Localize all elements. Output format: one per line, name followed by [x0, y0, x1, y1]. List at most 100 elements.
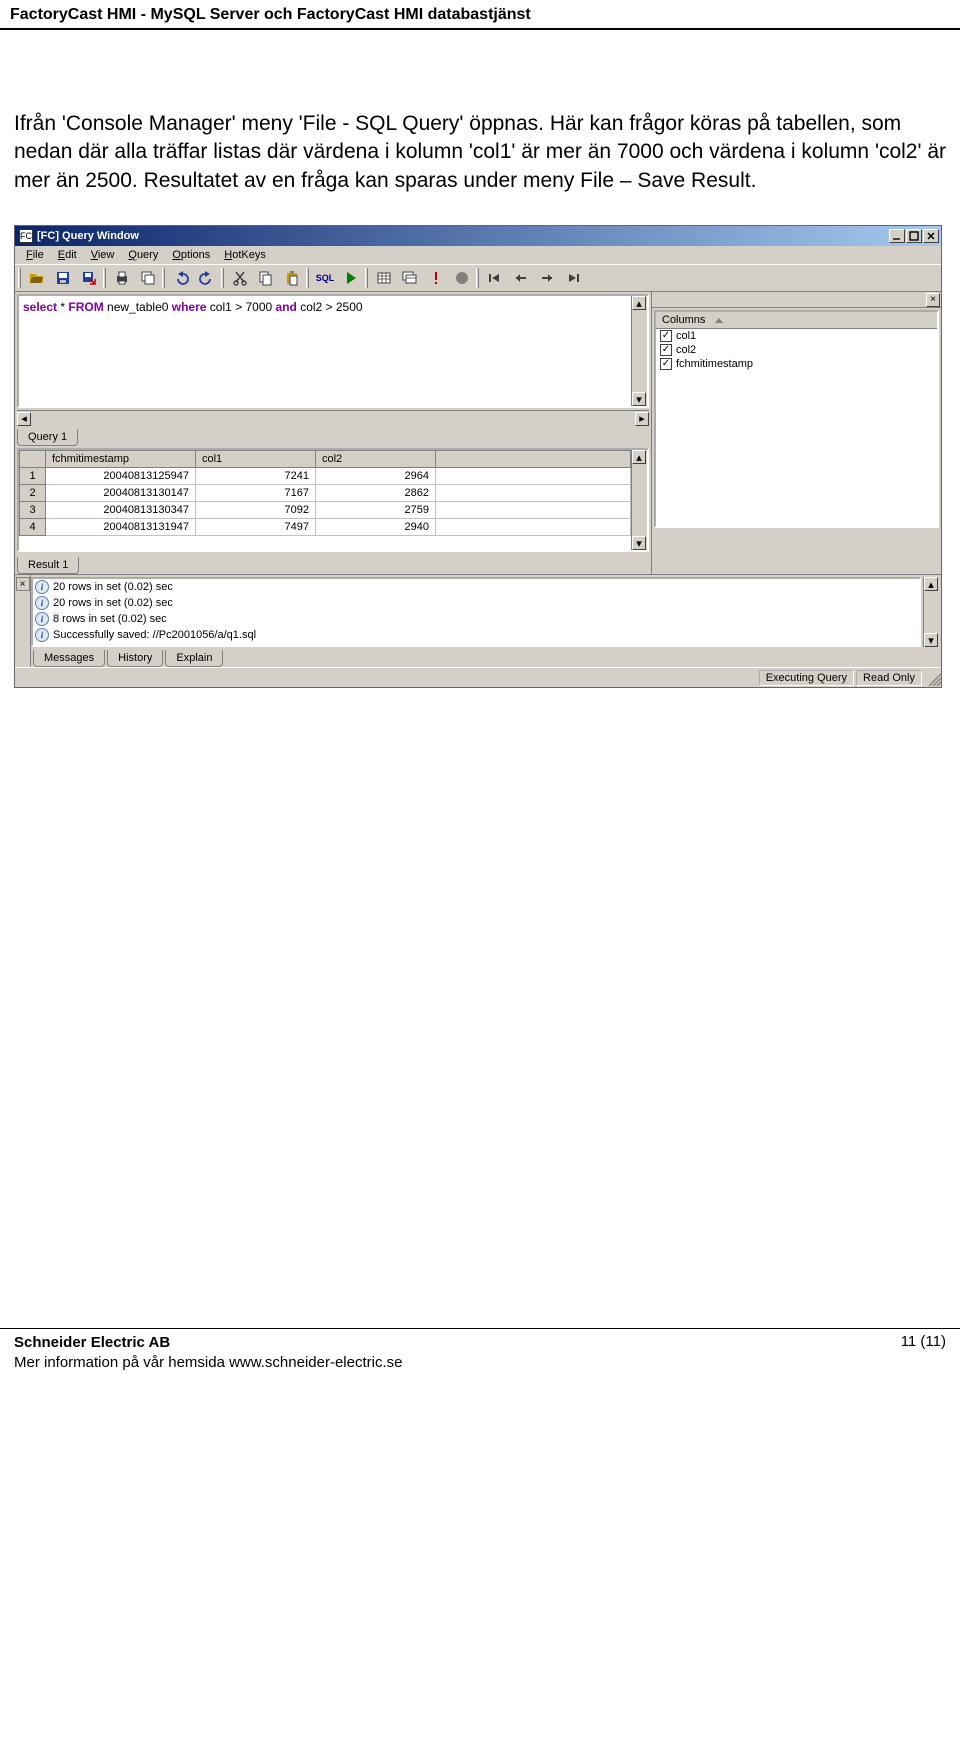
grid2-icon[interactable]	[398, 267, 422, 289]
cell[interactable]: 7497	[196, 519, 316, 536]
cell[interactable]: 7167	[196, 485, 316, 502]
query-editor[interactable]: select * FROM new_table0 where col1 > 70…	[19, 296, 631, 406]
editor-vscroll[interactable]: ▴ ▾	[631, 296, 647, 406]
status-exec: Executing Query	[759, 670, 854, 686]
redo-icon[interactable]	[195, 267, 219, 289]
cell[interactable]: 20040813130147	[46, 485, 196, 502]
cell[interactable]: 7092	[196, 502, 316, 519]
cell[interactable]: 2940	[316, 519, 436, 536]
scroll-left-icon[interactable]: ◂	[17, 412, 31, 426]
query-tab[interactable]: Query 1	[17, 429, 78, 446]
save-as-icon[interactable]	[77, 267, 101, 289]
row-first-icon[interactable]	[483, 267, 507, 289]
maximize-button[interactable]	[906, 229, 922, 243]
table-row[interactable]: 12004081312594772412964	[20, 468, 631, 485]
row-number: 3	[20, 502, 46, 519]
columns-header[interactable]: Columns	[656, 312, 937, 329]
log-tab-messages[interactable]: Messages	[33, 650, 105, 667]
checkbox-icon[interactable]: ✓	[660, 330, 672, 342]
cut-icon[interactable]	[228, 267, 252, 289]
grid-icon[interactable]	[372, 267, 396, 289]
resize-grip-icon[interactable]	[925, 670, 941, 686]
menu-options[interactable]: Options	[165, 247, 217, 263]
menu-file[interactable]: File	[19, 247, 51, 263]
cell[interactable]: 2759	[316, 502, 436, 519]
column-item[interactable]: ✓ col2	[656, 343, 937, 357]
menu-query[interactable]: Query	[121, 247, 165, 263]
menu-edit[interactable]: Edit	[51, 247, 84, 263]
columns-panel-header-row: ×	[652, 292, 941, 308]
titlebar[interactable]: FC [FC] Query Window	[15, 226, 941, 246]
columns-close-icon[interactable]: ×	[926, 293, 940, 307]
body-paragraph: Ifrån 'Console Manager' meny 'File - SQL…	[0, 30, 960, 215]
cell[interactable]: 2964	[316, 468, 436, 485]
checkbox-icon[interactable]: ✓	[660, 358, 672, 370]
stop-icon[interactable]	[450, 267, 474, 289]
info-icon: i	[35, 612, 49, 626]
table-row[interactable]: 32004081313034770922759	[20, 502, 631, 519]
minimize-button[interactable]	[889, 229, 905, 243]
log-line: iSuccessfully saved: //Pc2001056/a/q1.sq…	[33, 627, 919, 643]
menu-hotkeys[interactable]: HotKeys	[217, 247, 273, 263]
info-icon: i	[35, 580, 49, 594]
cell[interactable]: 7241	[196, 468, 316, 485]
title-text: [FC] Query Window	[37, 230, 889, 242]
copy-icon[interactable]	[254, 267, 278, 289]
scroll-up-icon[interactable]: ▴	[632, 450, 646, 464]
open-icon[interactable]	[25, 267, 49, 289]
row-number: 4	[20, 519, 46, 536]
table-row[interactable]: 42004081313194774972940	[20, 519, 631, 536]
cell[interactable]: 20040813130347	[46, 502, 196, 519]
column-label: col2	[676, 344, 696, 356]
cell[interactable]: 2862	[316, 485, 436, 502]
close-button[interactable]	[923, 229, 939, 243]
scroll-down-icon[interactable]: ▾	[924, 633, 938, 647]
log-line: i8 rows in set (0.02) sec	[33, 611, 919, 627]
footer-url: Mer information på vår hemsida www.schne…	[14, 1353, 402, 1373]
log-vscroll[interactable]: ▴ ▾	[923, 577, 939, 647]
page-header-text: FactoryCast HMI - MySQL Server och Facto…	[10, 6, 531, 23]
cell[interactable]: 20040813125947	[46, 468, 196, 485]
work-area: select * FROM new_table0 where col1 > 70…	[15, 292, 941, 574]
col-header[interactable]: col1	[196, 451, 316, 468]
scroll-up-icon[interactable]: ▴	[632, 296, 646, 310]
col-header[interactable]: fchmitimestamp	[46, 451, 196, 468]
col-header[interactable]: col2	[316, 451, 436, 468]
save-icon[interactable]	[51, 267, 75, 289]
sql-icon[interactable]: SQL	[313, 267, 337, 289]
scroll-down-icon[interactable]: ▾	[632, 536, 646, 550]
row-next-icon[interactable]	[535, 267, 559, 289]
info-icon: i	[35, 628, 49, 642]
log-tab-history[interactable]: History	[107, 650, 163, 667]
log-tab-explain[interactable]: Explain	[165, 650, 223, 667]
toolbar: SQL	[15, 265, 941, 292]
column-item[interactable]: ✓col1	[656, 329, 937, 343]
row-prev-icon[interactable]	[509, 267, 533, 289]
row-last-icon[interactable]	[561, 267, 585, 289]
results-vscroll[interactable]: ▴ ▾	[631, 450, 647, 550]
paste-icon[interactable]	[280, 267, 304, 289]
row-number: 2	[20, 485, 46, 502]
table-row[interactable]: 22004081313014771672862	[20, 485, 631, 502]
log-text: 20 rows in set (0.02) sec	[53, 597, 173, 609]
editor-hscroll[interactable]: ◂ ▸	[17, 410, 649, 426]
result-tab[interactable]: Result 1	[17, 557, 79, 574]
scroll-right-icon[interactable]: ▸	[635, 412, 649, 426]
columns-header-label: Columns	[662, 314, 705, 326]
rownum-header[interactable]	[20, 451, 46, 468]
footer-page-number: 11 (11)	[901, 1333, 946, 1372]
scroll-up-icon[interactable]: ▴	[924, 577, 938, 591]
column-item[interactable]: ✓ fchmitimestamp	[656, 357, 937, 371]
scroll-down-icon[interactable]: ▾	[632, 392, 646, 406]
checkbox-icon[interactable]: ✓	[660, 344, 672, 356]
column-label: fchmitimestamp	[676, 358, 753, 370]
execute-icon[interactable]	[339, 267, 363, 289]
log-close-icon[interactable]: ×	[16, 577, 30, 591]
new-window-icon[interactable]	[136, 267, 160, 289]
menu-view[interactable]: View	[84, 247, 122, 263]
undo-icon[interactable]	[169, 267, 193, 289]
exclaim-icon[interactable]	[424, 267, 448, 289]
cell[interactable]: 20040813131947	[46, 519, 196, 536]
results-tab-strip: Result 1	[15, 554, 651, 574]
print-icon[interactable]	[110, 267, 134, 289]
